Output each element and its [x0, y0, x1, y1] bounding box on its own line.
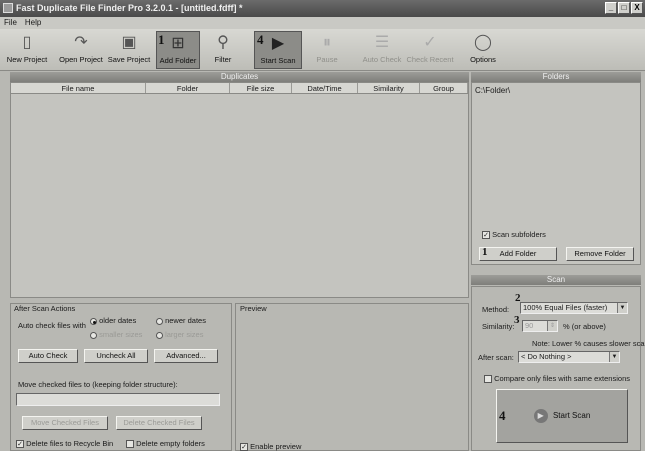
- open-folder-icon: ↷: [74, 34, 88, 51]
- advanced-button[interactable]: Advanced...: [154, 349, 218, 363]
- open-project-button[interactable]: ↷ Open Project: [56, 31, 106, 69]
- duplicates-columns: File name Folder File size Date/Time Sim…: [11, 83, 468, 94]
- menu-bar: File Help: [0, 17, 645, 29]
- after-scan-label: After scan:: [478, 353, 514, 362]
- checkbox-empty-icon: [484, 375, 492, 384]
- delete-empty-folders-checkbox[interactable]: Delete empty folders: [126, 439, 205, 449]
- folder-item[interactable]: C:\Folder\: [475, 86, 637, 95]
- preview-frame: [235, 303, 469, 451]
- checkbox-checked-icon: ✓: [240, 443, 248, 451]
- save-project-button[interactable]: ▣ Save Project: [106, 31, 152, 69]
- add-folder-icon: ⊞: [171, 35, 185, 52]
- scan-subfolders-checkbox[interactable]: ✓ Scan subfolders: [482, 230, 546, 240]
- options-icon: ◯: [474, 34, 492, 51]
- similarity-note: Note: Lower % causes slower scan: [532, 339, 645, 348]
- checkbox-empty-icon: [126, 440, 134, 449]
- menu-help[interactable]: Help: [25, 17, 41, 29]
- start-scan-toolbar-button[interactable]: 4 ▶ Start Scan: [254, 31, 302, 69]
- column-similarity[interactable]: Similarity: [358, 83, 420, 93]
- column-folder[interactable]: Folder: [146, 83, 230, 93]
- step-marker-4b: 4: [499, 408, 506, 423]
- app-icon: [3, 3, 13, 13]
- similarity-label: Similarity:: [482, 322, 515, 331]
- check-recent-button[interactable]: ✓ Check Recent: [406, 31, 454, 69]
- menu-file[interactable]: File: [4, 17, 17, 29]
- step-marker-4: 4: [257, 32, 264, 47]
- method-dropdown[interactable]: 100% Equal Files (faster) ▼: [520, 302, 628, 314]
- filter-button[interactable]: ⚲ Filter: [208, 31, 238, 69]
- radio-selected-icon: [90, 317, 97, 325]
- pause-button[interactable]: ⏸ Pause: [312, 31, 342, 69]
- compare-extensions-checkbox[interactable]: Compare only files with same extensions: [484, 374, 630, 384]
- toolbar: ▯ New Project ↷ Open Project ▣ Save Proj…: [0, 29, 645, 71]
- auto-check-label: Auto check files with: [18, 321, 86, 330]
- play-icon: ▶: [271, 35, 285, 52]
- chevron-down-icon: ▼: [617, 303, 627, 313]
- add-folder-button[interactable]: 1 ⊞ Add Folder: [156, 31, 200, 69]
- step-marker-3: 3: [514, 314, 520, 326]
- after-scan-dropdown[interactable]: < Do Nothing > ▼: [518, 351, 620, 363]
- radio-empty-icon: [156, 331, 163, 339]
- auto-check-toolbar-button[interactable]: ☰ Auto Check: [362, 31, 402, 69]
- uncheck-all-button[interactable]: Uncheck All: [84, 349, 148, 363]
- chevron-down-icon: ▼: [609, 352, 619, 362]
- minimize-button[interactable]: _: [605, 2, 617, 14]
- title-bar: Fast Duplicate File Finder Pro 3.2.0.1 -…: [0, 0, 645, 17]
- enable-preview-checkbox[interactable]: ✓ Enable preview: [240, 442, 301, 451]
- new-project-button[interactable]: ▯ New Project: [2, 31, 52, 69]
- pause-icon: ⏸: [322, 34, 331, 51]
- move-files-label: Move checked files to (keeping folder st…: [18, 380, 178, 389]
- scan-header: Scan: [471, 275, 641, 285]
- close-button[interactable]: X: [631, 2, 643, 14]
- add-folder-button-panel[interactable]: 1 Add Folder: [479, 246, 557, 261]
- floppy-disk-icon: ▣: [121, 34, 137, 51]
- auto-check-button[interactable]: Auto Check: [18, 349, 78, 363]
- radio-empty-icon: [156, 317, 163, 325]
- older-dates-radio[interactable]: older dates: [90, 316, 136, 325]
- recycle-bin-checkbox[interactable]: ✓ Delete files to Recycle Bin: [16, 439, 113, 449]
- play-circle-icon: ▶: [533, 408, 548, 423]
- larger-sizes-radio[interactable]: larger sizes: [156, 330, 203, 339]
- column-group[interactable]: Group: [420, 83, 468, 93]
- start-scan-button[interactable]: 4 ▶ Start Scan: [496, 389, 628, 443]
- method-label: Method:: [482, 305, 510, 314]
- delete-checked-files-button[interactable]: Delete Checked Files: [116, 416, 202, 430]
- column-file-name[interactable]: File name: [11, 83, 146, 93]
- similarity-spinbox[interactable]: 90 ⇕: [522, 320, 558, 332]
- similarity-suffix: % (or above): [563, 322, 606, 331]
- maximize-button[interactable]: □: [618, 2, 630, 14]
- radio-empty-icon: [90, 331, 97, 339]
- duplicates-table[interactable]: File name Folder File size Date/Time Sim…: [10, 82, 469, 298]
- checkbox-checked-icon: ✓: [16, 440, 24, 449]
- preview-title: Preview: [240, 304, 267, 313]
- column-file-size[interactable]: File size: [230, 83, 292, 93]
- options-button[interactable]: ◯ Options: [466, 31, 500, 69]
- move-destination-input[interactable]: [16, 393, 220, 406]
- after-scan-title: After Scan Actions: [14, 304, 76, 313]
- window-title: Fast Duplicate File Finder Pro 3.2.0.1 -…: [16, 3, 243, 13]
- checklist-icon: ☰: [374, 34, 390, 51]
- filter-icon: ⚲: [217, 34, 229, 51]
- checkbox-checked-icon: ✓: [482, 231, 490, 240]
- window-controls: _ □ X: [605, 2, 643, 14]
- step-marker-1b: 1: [482, 246, 488, 258]
- column-date-time[interactable]: Date/Time: [292, 83, 358, 93]
- step-marker-1: 1: [158, 32, 165, 47]
- newer-dates-radio[interactable]: newer dates: [156, 316, 206, 325]
- duplicates-header: Duplicates: [10, 72, 469, 82]
- folders-header: Folders: [471, 72, 641, 82]
- new-document-icon: ▯: [22, 34, 32, 51]
- spinner-arrows-icon: ⇕: [547, 321, 557, 331]
- smaller-sizes-radio[interactable]: smaller sizes: [90, 330, 142, 339]
- remove-folder-button[interactable]: Remove Folder: [566, 247, 634, 261]
- check-icon: ✓: [423, 34, 437, 51]
- move-checked-files-button[interactable]: Move Checked Files: [22, 416, 108, 430]
